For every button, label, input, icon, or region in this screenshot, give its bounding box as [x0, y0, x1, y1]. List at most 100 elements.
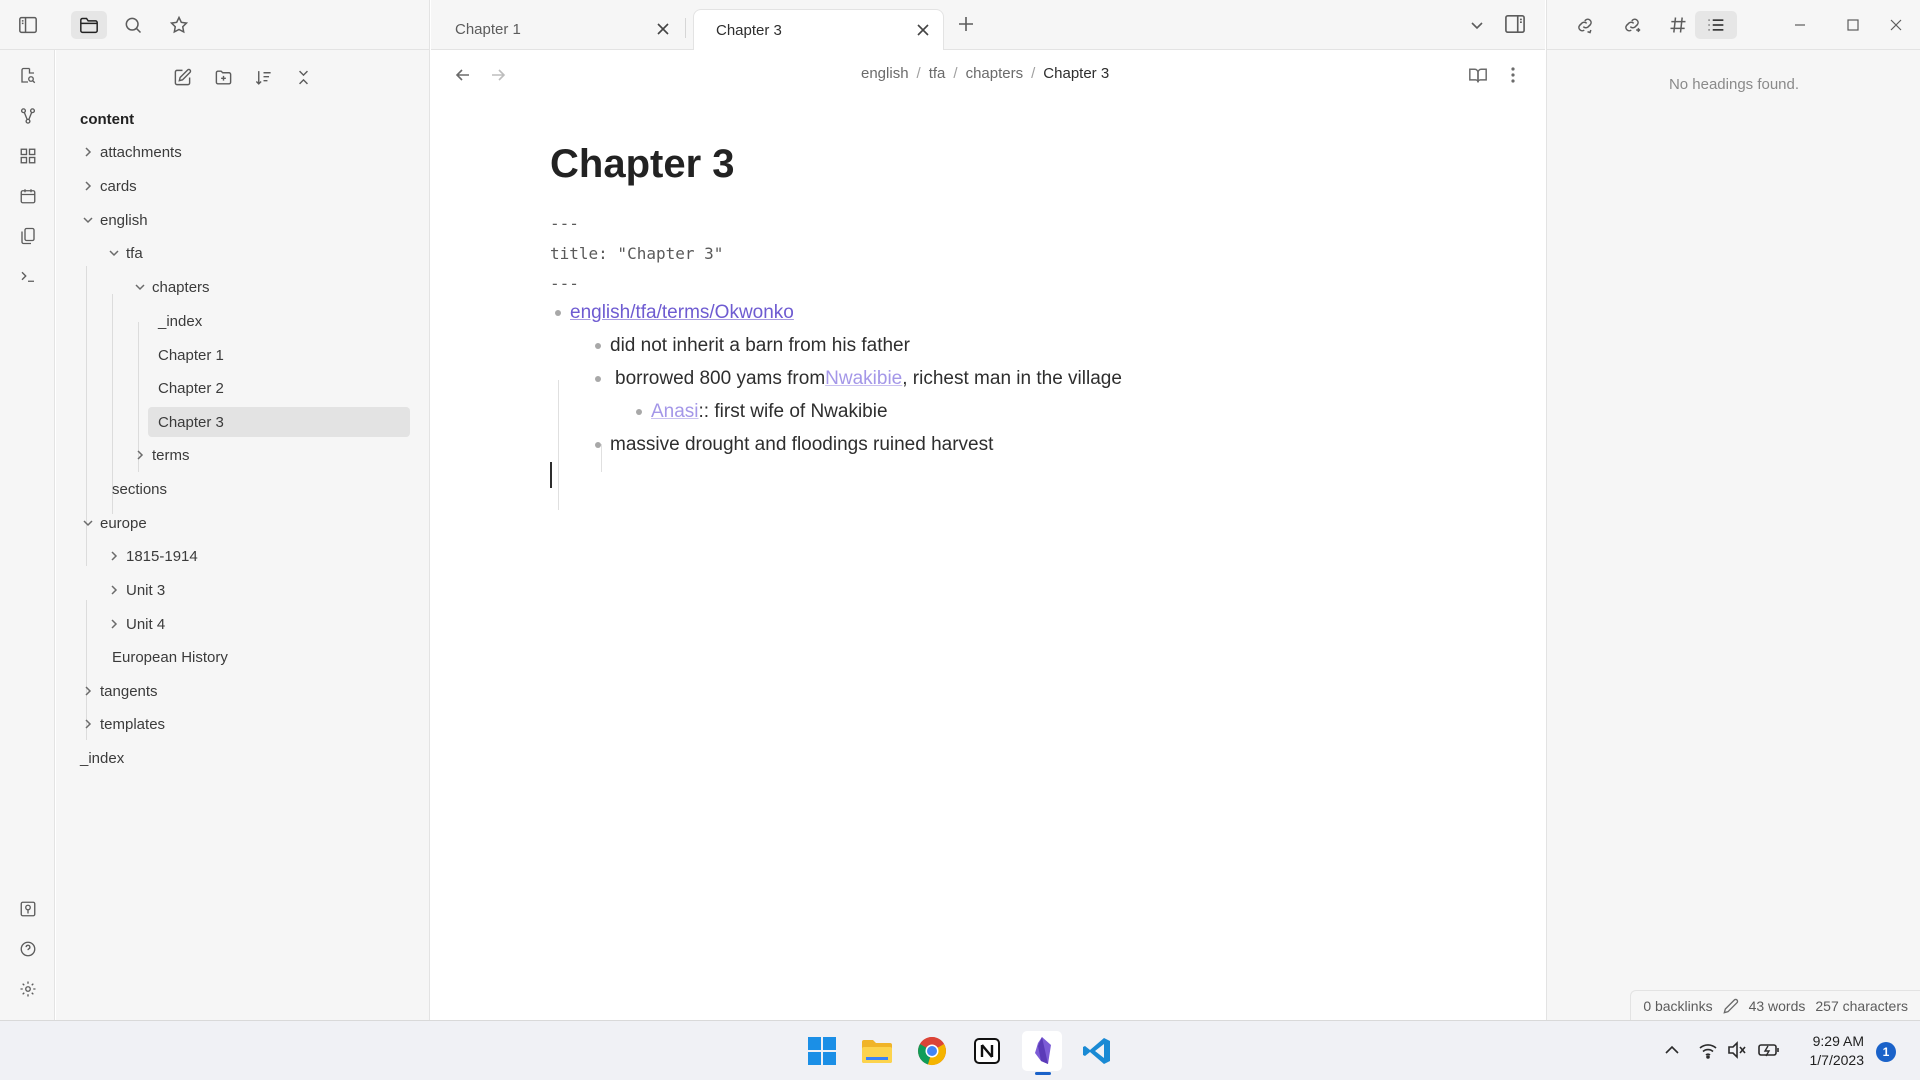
folder-templates[interactable]: templates [80, 709, 410, 739]
folder-unit-3[interactable]: Unit 3 [106, 575, 410, 605]
backlinks-count[interactable]: 0 backlinks [1643, 998, 1712, 1014]
tab-list-chevron-down-icon[interactable] [1468, 16, 1488, 36]
okwonko-link[interactable]: english/tfa/terms/Okwonko [570, 302, 794, 324]
vault-root-label[interactable]: content [80, 104, 134, 134]
close-icon[interactable] [655, 21, 671, 37]
battery-charging-icon[interactable] [1758, 1041, 1780, 1059]
wifi-icon[interactable] [1698, 1041, 1718, 1059]
list-item[interactable]: Anasi :: first wife of Nwakibie [636, 401, 888, 423]
file-root-index[interactable]: _index [80, 743, 410, 773]
new-tab-plus-icon[interactable] [956, 14, 978, 36]
calendar-icon[interactable] [15, 183, 41, 209]
file-explorer-tab-icon[interactable] [71, 11, 107, 39]
tree-label: Unit 3 [126, 581, 166, 599]
pencil-icon[interactable] [1722, 998, 1739, 1014]
tree-label: _index [80, 749, 125, 767]
file-chapter-1[interactable]: Chapter 1 [148, 340, 410, 370]
maximize-window-icon[interactable] [1838, 11, 1868, 39]
obsidian-icon[interactable] [1022, 1031, 1062, 1071]
folder-chapters[interactable]: chapters [132, 272, 410, 302]
tree-label: attachments [100, 143, 182, 161]
file-chapter-3[interactable]: Chapter 3 [148, 407, 410, 437]
tree-label: Chapter 2 [158, 379, 224, 397]
tags-hash-icon[interactable] [1663, 11, 1693, 39]
anasi-link[interactable]: Anasi [651, 401, 699, 423]
tab-chapter-3[interactable]: Chapter 3 [693, 9, 944, 50]
file-european-history[interactable]: European History [106, 642, 410, 672]
system-clock[interactable]: 9:29 AM 1/7/2023 [1798, 1032, 1865, 1070]
settings-gear-icon[interactable] [15, 976, 41, 1002]
notification-badge[interactable]: 1 [1876, 1042, 1896, 1062]
toggle-right-sidebar-icon[interactable] [1504, 14, 1528, 36]
folder-europe[interactable]: europe [80, 508, 410, 538]
forward-arrow-icon[interactable] [485, 62, 511, 88]
list-item[interactable]: massive drought and floodings ruined har… [595, 434, 993, 456]
frontmatter-delimiter[interactable]: --- [550, 214, 579, 233]
windows-start-icon[interactable] [802, 1031, 842, 1071]
folder-cards[interactable]: cards [80, 171, 410, 201]
list-item-text: , richest man in the village [902, 368, 1122, 389]
tree-label: 1815-1914 [126, 547, 198, 565]
close-icon[interactable] [915, 22, 931, 38]
list-item[interactable]: did not inherit a barn from his father [595, 335, 910, 357]
search-icon[interactable] [118, 11, 148, 39]
templates-icon[interactable] [15, 223, 41, 249]
tree-label: Chapter 3 [158, 413, 224, 431]
breadcrumb-english[interactable]: english [861, 65, 909, 82]
volume-muted-icon[interactable] [1727, 1041, 1747, 1059]
folder-english[interactable]: english [80, 205, 410, 235]
new-note-icon[interactable] [168, 63, 196, 91]
bullet-dot [636, 409, 642, 415]
bookmarks-star-icon[interactable] [164, 11, 194, 39]
backlinks-icon[interactable] [1570, 11, 1600, 39]
clock-date: 1/7/2023 [1809, 1052, 1865, 1068]
reading-view-book-icon[interactable] [1465, 62, 1491, 88]
note-title[interactable]: Chapter 3 [550, 142, 735, 187]
folder-tangents[interactable]: tangents [80, 676, 410, 706]
character-count: 257 characters [1815, 997, 1908, 1014]
folder-tfa[interactable]: tfa [106, 238, 410, 268]
toggle-left-sidebar-icon[interactable] [13, 11, 43, 39]
open-quick-switcher-icon[interactable] [15, 63, 41, 89]
tree-label: terms [152, 446, 190, 464]
sort-order-icon[interactable] [249, 63, 277, 91]
file-sections[interactable]: sections [106, 474, 410, 504]
editor-pane: english / tfa / chapters / Chapter 3 Cha… [431, 50, 1545, 1020]
outgoing-links-icon[interactable] [1617, 11, 1647, 39]
tab-chapter-1[interactable]: Chapter 1 [433, 9, 683, 50]
more-options-icon[interactable] [1500, 62, 1526, 88]
show-hidden-icons-chevron-up-icon[interactable] [1663, 1041, 1681, 1059]
folder-attachments[interactable]: attachments [80, 137, 410, 167]
close-window-icon[interactable] [1881, 11, 1911, 39]
notion-icon[interactable] [967, 1031, 1007, 1071]
graph-view-icon[interactable] [15, 103, 41, 129]
frontmatter-title-line[interactable]: title: "Chapter 3" [550, 244, 723, 263]
new-folder-icon[interactable] [209, 63, 237, 91]
folder-1815-1914[interactable]: 1815-1914 [106, 541, 410, 571]
breadcrumb-tfa[interactable]: tfa [929, 65, 946, 82]
list-item[interactable]: english/tfa/terms/Okwonko [555, 302, 794, 324]
collapse-all-icon[interactable] [289, 63, 317, 91]
back-arrow-icon[interactable] [450, 62, 476, 88]
breadcrumb-current[interactable]: Chapter 3 [1043, 65, 1109, 82]
minimize-window-icon[interactable] [1785, 11, 1815, 39]
outline-list-icon[interactable] [1695, 11, 1737, 39]
command-palette-icon[interactable] [15, 263, 41, 289]
breadcrumb-chapters[interactable]: chapters [966, 65, 1024, 82]
file-explorer-folder-icon[interactable] [857, 1031, 897, 1071]
frontmatter-delimiter[interactable]: --- [550, 274, 579, 293]
folder-unit-4[interactable]: Unit 4 [106, 609, 410, 639]
folder-terms[interactable]: terms [132, 440, 410, 470]
nwakibie-link[interactable]: Nwakibie [825, 368, 902, 390]
text-cursor [550, 462, 552, 488]
file-index[interactable]: _index [148, 306, 410, 336]
canvas-icon[interactable] [15, 143, 41, 169]
chrome-icon[interactable] [912, 1031, 952, 1071]
vscode-icon[interactable] [1077, 1031, 1117, 1071]
tree-label: _index [158, 312, 203, 330]
help-icon[interactable] [15, 936, 41, 962]
chevron-right-icon [80, 144, 96, 160]
vault-switcher-icon[interactable] [15, 896, 41, 922]
file-chapter-2[interactable]: Chapter 2 [148, 373, 410, 403]
list-item[interactable]: borrowed 800 yams from Nwakibie, richest… [595, 368, 1122, 390]
